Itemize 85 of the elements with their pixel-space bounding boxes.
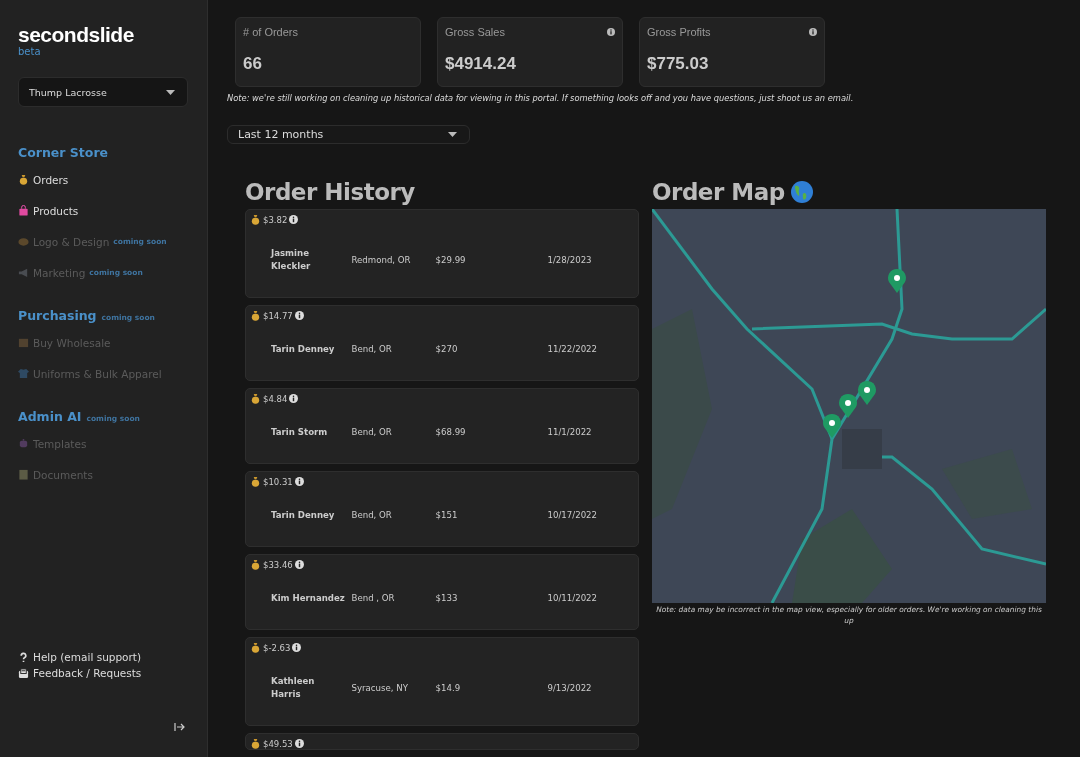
shopping-bag-icon	[18, 205, 29, 216]
section-heading: Order History	[245, 179, 415, 205]
money-bag-icon	[250, 214, 261, 225]
order-card[interactable]: $10.31 Tarin Denney Bend, OR $151 10/17/2022	[245, 471, 639, 547]
robot-icon	[18, 438, 29, 449]
location-text: Bend, OR	[351, 509, 393, 522]
customer-name: Tarin Denney	[271, 343, 336, 356]
footer-link[interactable]: Help (email support)	[33, 651, 142, 663]
order-card[interactable]: $33.46 Kim Hernandez Bend , OR $133 10/11/2022	[245, 554, 639, 630]
stat-label: Gross Sales	[445, 26, 505, 38]
money-bag-icon	[18, 174, 29, 185]
order-date: 10/17/2022	[547, 509, 599, 522]
section-title: Admin AI	[18, 409, 82, 424]
stat-value: $775.03	[647, 54, 710, 74]
notice-text: Note: we're still working on cleaning up historical data for viewing in this portal. If something looks off and you have questions, just shoot us an email.	[227, 93, 855, 103]
profit-text: $14.77	[263, 310, 293, 321]
profit-text: $4.84	[263, 393, 288, 404]
info-icon	[294, 311, 304, 320]
money-bag-icon	[250, 642, 261, 653]
money-bag-icon	[250, 738, 261, 749]
nav-link[interactable]: Orders	[33, 173, 69, 186]
stat-label: Gross Profits	[647, 26, 711, 38]
beta-label: beta	[18, 46, 42, 58]
info-icon	[294, 477, 304, 486]
customer-name: Kim Hernandez	[271, 592, 346, 605]
order-total: $68.99	[435, 426, 467, 439]
location-text: Redmond, OR	[351, 253, 412, 267]
profit-text: $10.31	[263, 476, 293, 487]
money-bag-icon	[250, 393, 261, 404]
customer-name: Jasmine Kleckler	[271, 247, 312, 273]
order-card[interactable]: $3.82 Jasmine Kleckler Redmond, OR $29.99 1/28/2023	[245, 209, 639, 298]
order-card[interactable]: $4.84 Tarin Storm Bend, OR $68.99 11/1/2022	[245, 388, 639, 464]
footer-link[interactable]: Feedback / Requests	[33, 667, 142, 679]
info-icon	[289, 394, 299, 403]
location-text: Bend, OR	[351, 426, 393, 439]
order-total: $133	[435, 592, 459, 605]
location-text: Bend , OR	[351, 592, 396, 605]
nav-link[interactable]: Products	[33, 204, 79, 217]
section-heading: Order Map	[652, 179, 785, 205]
info-icon	[607, 28, 615, 36]
location-text: Bend, OR	[351, 343, 393, 356]
money-bag-icon	[250, 559, 261, 570]
stat-value: $4914.24	[445, 54, 517, 74]
profit-text: $33.46	[263, 559, 293, 570]
stat-value: 66	[243, 54, 263, 74]
order-total: $270	[435, 343, 459, 356]
shirt-icon	[18, 368, 29, 379]
period-select[interactable]: Last 12 months	[227, 125, 470, 144]
globe-icon	[790, 181, 813, 203]
order-date: 10/11/2022	[547, 592, 599, 605]
caret-icon	[166, 89, 175, 95]
order-total: $14.9	[435, 681, 462, 695]
order-card[interactable]: $14.77 Tarin Denney Bend, OR $270 11/22/2022	[245, 305, 639, 381]
customer-name: Kathleen Harris	[271, 675, 316, 701]
order-total: $151	[435, 509, 459, 522]
order-date: 11/1/2022	[547, 426, 593, 439]
order-date: 9/13/2022	[547, 681, 593, 695]
profit-text: $-2.63	[263, 642, 291, 653]
info-icon	[294, 739, 304, 748]
order-date: 1/28/2023	[547, 253, 593, 267]
account-select[interactable]: Thump Lacrosse	[18, 77, 188, 107]
collapse-icon[interactable]	[174, 723, 185, 731]
customer-name: Tarin Storm	[271, 426, 329, 439]
brand-logo: secondslide	[18, 24, 135, 46]
inbox-icon	[18, 667, 29, 679]
info-icon	[292, 643, 302, 652]
order-total: $29.99	[435, 253, 467, 267]
caret-icon	[448, 132, 457, 137]
stat-label: # of Orders	[243, 26, 299, 38]
order-date: 11/22/2022	[547, 343, 599, 356]
info-icon	[809, 28, 817, 36]
money-bag-icon	[250, 310, 261, 321]
profit-text: $3.82	[263, 214, 288, 225]
info-icon	[294, 560, 304, 569]
profit-text: $49.53	[263, 738, 293, 749]
section-title: Purchasing	[18, 308, 97, 323]
megaphone-icon	[18, 267, 29, 278]
info-icon	[289, 215, 299, 224]
customer-name: Tarin Denney	[271, 509, 336, 522]
money-bag-icon	[250, 476, 261, 487]
section-title: Corner Store	[18, 145, 109, 160]
location-text: Syracuse, NY	[351, 681, 409, 695]
order-card[interactable]: $-2.63 Kathleen Harris Syracuse, NY $14.9 9/13/2022	[245, 637, 639, 726]
question-icon	[18, 651, 29, 663]
order-card[interactable]: $49.53	[245, 733, 639, 750]
